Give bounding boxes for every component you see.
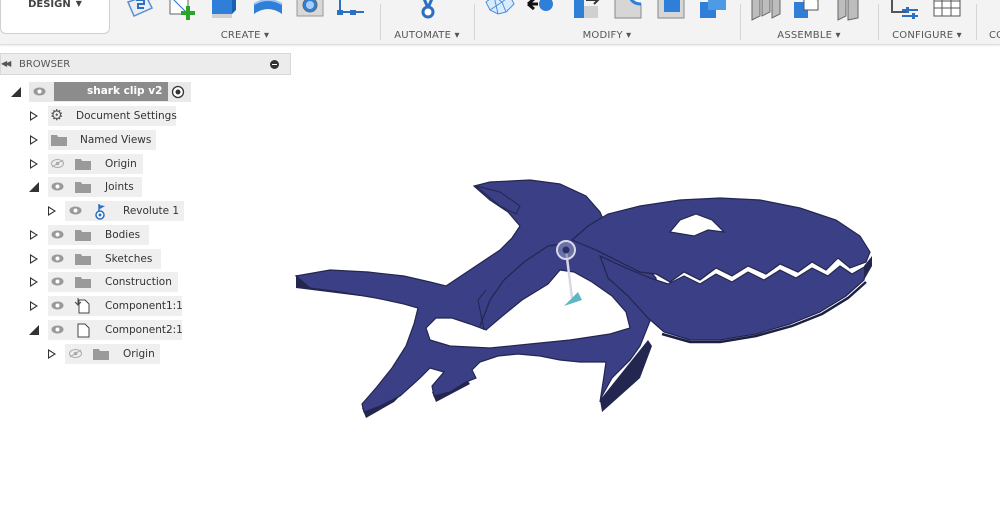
shark-body[interactable] xyxy=(294,179,659,413)
create-group[interactable]: CREATE ▾ xyxy=(118,0,372,44)
toolbar-divider xyxy=(380,4,381,40)
configuration-table-icon[interactable] xyxy=(932,0,964,22)
move-point-icon[interactable] xyxy=(526,0,558,22)
extrude-icon[interactable] xyxy=(208,0,240,22)
mesh-icon[interactable] xyxy=(484,0,516,22)
toolbar-divider xyxy=(878,4,879,40)
assemble-group[interactable]: ASSEMBLE ▾ xyxy=(742,0,876,44)
parameters-icon[interactable] xyxy=(890,0,922,22)
hole-icon[interactable] xyxy=(295,0,327,22)
automate-menu[interactable]: AUTOMATE ▾ xyxy=(382,30,472,41)
toolbar: DESIGN ▼ CREATE ▾ AUTOMATE ▾ MODIFY ▾ AS… xyxy=(0,0,1000,45)
shark-clip-model[interactable] xyxy=(294,179,872,418)
modify-menu[interactable]: MODIFY ▾ xyxy=(476,30,738,41)
combine-icon[interactable] xyxy=(698,0,730,22)
automate-icon[interactable] xyxy=(412,0,444,22)
workspace-label: DESIGN xyxy=(28,0,71,10)
joint-icon[interactable] xyxy=(792,0,824,22)
configure-group[interactable]: CONFIGURE ▾ xyxy=(880,0,974,44)
assemble-menu[interactable]: ASSEMBLE ▾ xyxy=(742,30,876,41)
modify-group[interactable]: MODIFY ▾ xyxy=(476,0,738,44)
construct-menu[interactable]: CO xyxy=(989,30,1000,41)
revolve-icon[interactable] xyxy=(252,0,284,22)
canvas-viewport[interactable] xyxy=(0,46,1000,516)
toolbar-divider xyxy=(976,4,977,40)
new-component-icon[interactable] xyxy=(750,0,782,22)
as-built-joint-icon[interactable] xyxy=(834,0,866,22)
workspace-dropdown[interactable]: DESIGN ▼ xyxy=(0,0,110,34)
chevron-down-icon: ▼ xyxy=(75,0,82,8)
press-pull-icon[interactable] xyxy=(570,0,602,22)
create-sketch-icon[interactable] xyxy=(124,0,156,22)
pattern-icon[interactable] xyxy=(336,0,368,22)
toolbar-divider xyxy=(740,4,741,40)
configure-menu[interactable]: CONFIGURE ▾ xyxy=(880,30,974,41)
sketch-plus-icon[interactable] xyxy=(166,0,198,22)
construct-group[interactable]: CO xyxy=(980,0,1000,44)
toolbar-divider xyxy=(474,4,475,40)
create-menu[interactable]: CREATE ▾ xyxy=(118,30,372,41)
shell-icon[interactable] xyxy=(656,0,688,22)
fillet-icon[interactable] xyxy=(613,0,645,22)
automate-group[interactable]: AUTOMATE ▾ xyxy=(382,0,472,44)
